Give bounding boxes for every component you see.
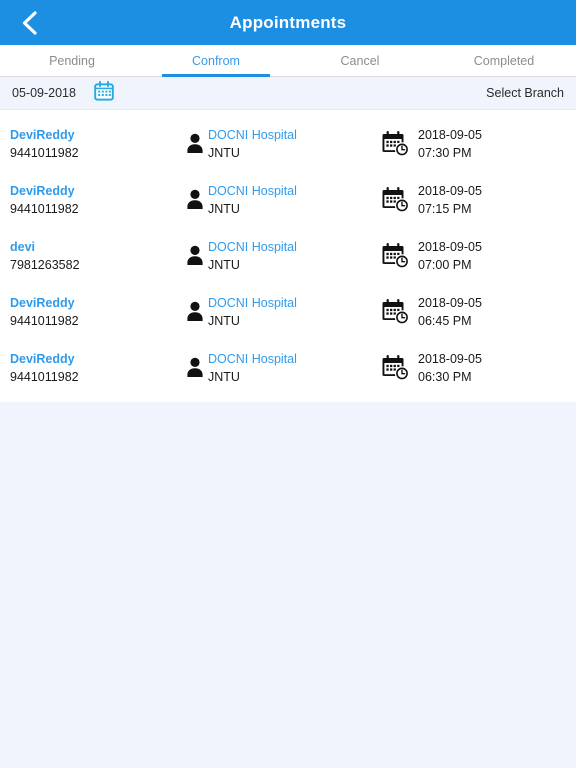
- calendar-clock-icon: [374, 186, 418, 214]
- hospital-cell: DOCNI Hospital JNTU: [182, 183, 374, 218]
- hospital-cell: DOCNI Hospital JNTU: [182, 127, 374, 162]
- tab-cancel[interactable]: Cancel: [288, 45, 432, 76]
- datetime-cell: 2018-09-05 06:45 PM: [374, 295, 566, 330]
- filter-bar: 05-09-2018 Select Branch: [0, 77, 576, 110]
- tab-bar: Pending Confrom Cancel Completed: [0, 45, 576, 77]
- patient-phone: 7981263582: [10, 257, 80, 272]
- person-icon: [182, 188, 208, 212]
- appointment-row[interactable]: DeviReddy 9441011982 DOCNI Hospital JNTU: [0, 340, 576, 396]
- datetime-text: 2018-09-05 07:00 PM: [418, 239, 482, 274]
- hospital-text: DOCNI Hospital JNTU: [208, 351, 297, 386]
- hospital-name[interactable]: DOCNI Hospital: [208, 295, 297, 312]
- appointment-time: 07:30 PM: [418, 145, 472, 160]
- patient-phone: 9441011982: [10, 145, 79, 160]
- hospital-name[interactable]: DOCNI Hospital: [208, 239, 297, 256]
- datetime-cell: 2018-09-05 07:00 PM: [374, 239, 566, 274]
- appointment-time: 06:45 PM: [418, 313, 472, 328]
- patient-name[interactable]: DeviReddy: [10, 295, 182, 312]
- tab-confrom[interactable]: Confrom: [144, 45, 288, 77]
- appointment-date: 2018-09-05: [418, 239, 482, 254]
- hospital-text: DOCNI Hospital JNTU: [208, 127, 297, 162]
- patient-cell: DeviReddy 9441011982: [10, 183, 182, 218]
- select-branch-button[interactable]: Select Branch: [486, 86, 564, 100]
- hospital-branch: JNTU: [208, 145, 240, 160]
- hospital-cell: DOCNI Hospital JNTU: [182, 239, 374, 274]
- hospital-branch: JNTU: [208, 369, 240, 384]
- appointment-row[interactable]: DeviReddy 9441011982 DOCNI Hospital JNTU: [0, 172, 576, 228]
- hospital-text: DOCNI Hospital JNTU: [208, 183, 297, 218]
- back-button[interactable]: [0, 0, 58, 45]
- hospital-text: DOCNI Hospital JNTU: [208, 295, 297, 330]
- calendar-clock-icon: [374, 242, 418, 270]
- hospital-cell: DOCNI Hospital JNTU: [182, 295, 374, 330]
- tab-completed[interactable]: Completed: [432, 45, 576, 76]
- calendar-icon: [93, 80, 115, 106]
- datetime-cell: 2018-09-05 06:30 PM: [374, 351, 566, 386]
- tab-pending[interactable]: Pending: [0, 45, 144, 76]
- datetime-cell: 2018-09-05 07:15 PM: [374, 183, 566, 218]
- patient-name[interactable]: DeviReddy: [10, 183, 182, 200]
- date-picker-button[interactable]: [92, 80, 116, 106]
- patient-cell: DeviReddy 9441011982: [10, 351, 182, 386]
- hospital-branch: JNTU: [208, 201, 240, 216]
- hospital-branch: JNTU: [208, 313, 240, 328]
- appointment-list: DeviReddy 9441011982 DOCNI Hospital JNTU: [0, 110, 576, 402]
- appointment-date: 2018-09-05: [418, 351, 482, 366]
- patient-cell: DeviReddy 9441011982: [10, 127, 182, 162]
- selected-date[interactable]: 05-09-2018: [12, 86, 76, 100]
- appointment-row[interactable]: DeviReddy 9441011982 DOCNI Hospital JNTU: [0, 284, 576, 340]
- patient-phone: 9441011982: [10, 201, 79, 216]
- appointment-date: 2018-09-05: [418, 183, 482, 198]
- appointment-time: 07:15 PM: [418, 201, 472, 216]
- calendar-clock-icon: [374, 298, 418, 326]
- hospital-name[interactable]: DOCNI Hospital: [208, 127, 297, 144]
- hospital-name[interactable]: DOCNI Hospital: [208, 351, 297, 368]
- appointment-date: 2018-09-05: [418, 127, 482, 142]
- chevron-left-icon: [19, 9, 39, 37]
- appointments-screen: Appointments Pending Confrom Cancel Comp…: [0, 0, 576, 768]
- patient-name[interactable]: devi: [10, 239, 182, 256]
- page-title: Appointments: [229, 12, 347, 32]
- app-header: Appointments: [0, 0, 576, 45]
- appointment-row[interactable]: devi 7981263582 DOCNI Hospital JNTU 2018…: [0, 228, 576, 284]
- datetime-text: 2018-09-05 06:30 PM: [418, 351, 482, 386]
- datetime-text: 2018-09-05 06:45 PM: [418, 295, 482, 330]
- person-icon: [182, 356, 208, 380]
- hospital-branch: JNTU: [208, 257, 240, 272]
- patient-cell: DeviReddy 9441011982: [10, 295, 182, 330]
- patient-name[interactable]: DeviReddy: [10, 351, 182, 368]
- person-icon: [182, 132, 208, 156]
- hospital-cell: DOCNI Hospital JNTU: [182, 351, 374, 386]
- person-icon: [182, 244, 208, 268]
- calendar-clock-icon: [374, 354, 418, 382]
- calendar-clock-icon: [374, 130, 418, 158]
- hospital-text: DOCNI Hospital JNTU: [208, 239, 297, 274]
- appointment-row[interactable]: DeviReddy 9441011982 DOCNI Hospital JNTU: [0, 116, 576, 172]
- patient-phone: 9441011982: [10, 369, 79, 384]
- datetime-cell: 2018-09-05 07:30 PM: [374, 127, 566, 162]
- hospital-name[interactable]: DOCNI Hospital: [208, 183, 297, 200]
- datetime-text: 2018-09-05 07:15 PM: [418, 183, 482, 218]
- appointment-date: 2018-09-05: [418, 295, 482, 310]
- person-icon: [182, 300, 208, 324]
- datetime-text: 2018-09-05 07:30 PM: [418, 127, 482, 162]
- appointment-time: 07:00 PM: [418, 257, 472, 272]
- patient-cell: devi 7981263582: [10, 239, 182, 274]
- patient-name[interactable]: DeviReddy: [10, 127, 182, 144]
- appointment-time: 06:30 PM: [418, 369, 472, 384]
- patient-phone: 9441011982: [10, 313, 79, 328]
